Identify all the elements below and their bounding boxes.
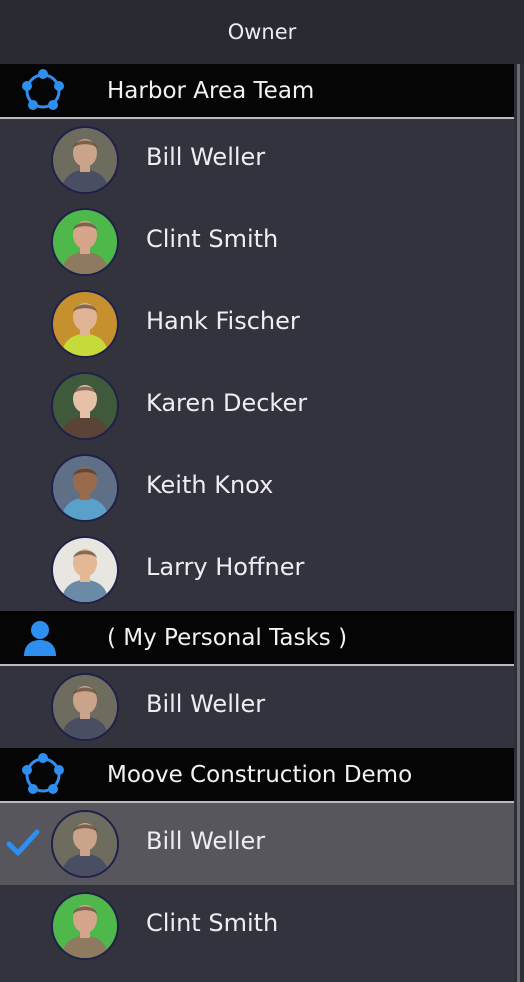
avatar [51, 372, 119, 440]
person-icon [0, 610, 107, 665]
member-row[interactable]: Keith Knox [0, 447, 514, 529]
avatar [51, 810, 119, 878]
member-name: Bill Weller [146, 690, 266, 718]
group-label: ( My Personal Tasks ) [107, 624, 348, 651]
avatar [51, 673, 119, 741]
member-row[interactable]: Clint Smith [0, 201, 514, 283]
owner-list: Harbor Area Team Bill Weller Clint Smith… [0, 64, 514, 967]
avatar [51, 536, 119, 604]
member-name: Clint Smith [146, 909, 279, 937]
team-circle-icon [0, 747, 107, 802]
avatar [51, 454, 119, 522]
member-name: Hank Fischer [146, 307, 300, 335]
member-name: Bill Weller [146, 827, 266, 855]
member-name: Clint Smith [146, 225, 279, 253]
member-row[interactable]: Hank Fischer [0, 283, 514, 365]
member-row[interactable]: Bill Weller [0, 666, 514, 748]
member-name: Larry Hoffner [146, 553, 305, 581]
member-row[interactable]: Bill Weller [0, 803, 514, 885]
member-row[interactable]: Clint Smith [0, 885, 514, 967]
member-row[interactable]: Bill Weller [0, 119, 514, 201]
group-label: Moove Construction Demo [107, 761, 413, 788]
avatar [51, 892, 119, 960]
avatar [51, 126, 119, 194]
owner-header: Owner [0, 0, 524, 65]
member-row[interactable]: Karen Decker [0, 365, 514, 447]
member-name: Keith Knox [146, 471, 274, 499]
group-header[interactable]: ( My Personal Tasks ) [0, 611, 514, 666]
team-circle-icon [0, 63, 107, 118]
group-label: Harbor Area Team [107, 77, 315, 104]
member-name: Bill Weller [146, 143, 266, 171]
checkmark-icon [6, 828, 40, 858]
group-header[interactable]: Harbor Area Team [0, 64, 514, 119]
member-row[interactable]: Larry Hoffner [0, 529, 514, 611]
header-title: Owner [227, 20, 297, 44]
scrollbar[interactable] [514, 64, 524, 982]
avatar [51, 290, 119, 358]
scrollbar-track[interactable] [517, 64, 520, 982]
group-header[interactable]: Moove Construction Demo [0, 748, 514, 803]
avatar [51, 208, 119, 276]
member-name: Karen Decker [146, 389, 308, 417]
